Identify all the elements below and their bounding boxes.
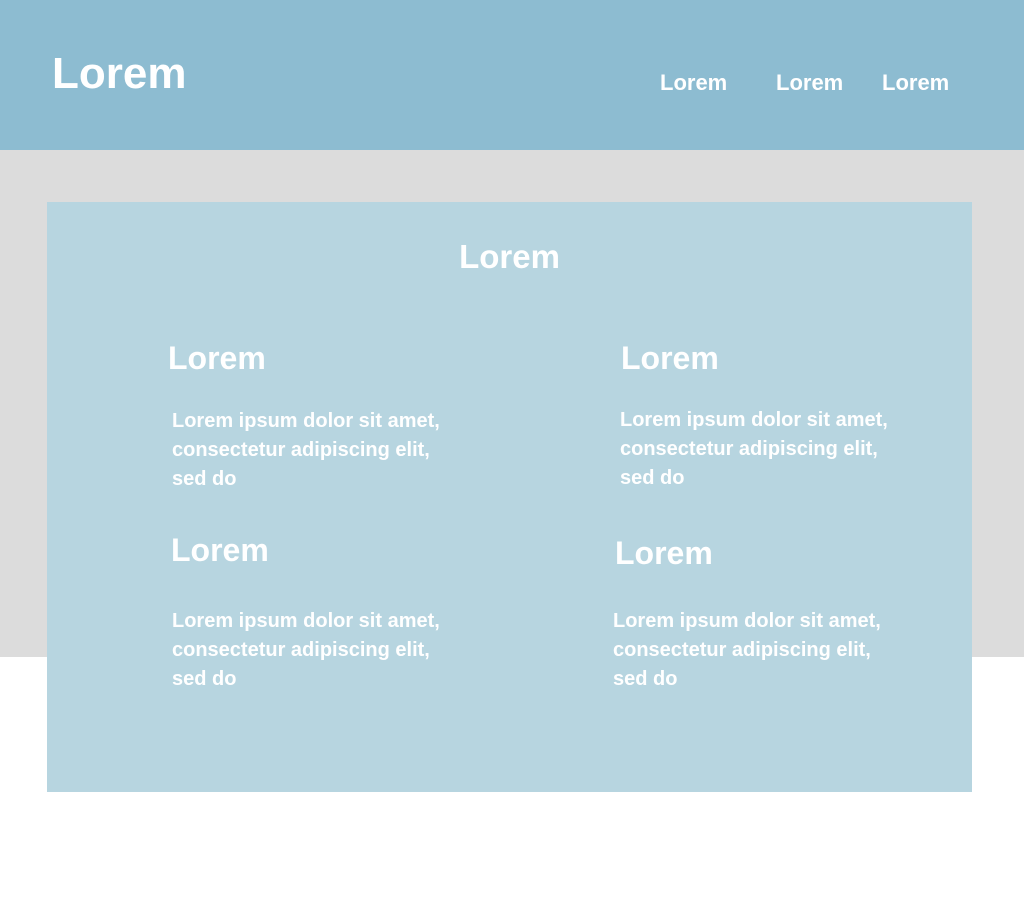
site-logo[interactable]: Lorem: [52, 52, 186, 96]
feature-text: Lorem ipsum dolor sit amet, consectetur …: [172, 610, 440, 690]
site-header: Lorem Lorem Lorem Lorem: [0, 0, 1024, 150]
nav-link-2[interactable]: Lorem: [776, 72, 843, 94]
feature-title: Lorem: [621, 340, 719, 376]
section-title: Lorem: [459, 238, 560, 275]
content-card: Lorem Lorem Lorem ipsum dolor sit amet, …: [47, 202, 972, 792]
nav-link-1[interactable]: Lorem: [660, 72, 727, 94]
feature-text: Lorem ipsum dolor sit amet, consectetur …: [613, 610, 881, 690]
feature-text: Lorem ipsum dolor sit amet, consectetur …: [620, 409, 888, 489]
feature-title: Lorem: [615, 535, 713, 571]
feature-title: Lorem: [168, 340, 266, 376]
feature-text: Lorem ipsum dolor sit amet, consectetur …: [172, 410, 440, 490]
nav-link-3[interactable]: Lorem: [882, 72, 949, 94]
feature-title: Lorem: [171, 532, 269, 568]
page: Lorem Lorem Lorem Lorem Lorem Lorem Lore…: [0, 0, 1024, 900]
